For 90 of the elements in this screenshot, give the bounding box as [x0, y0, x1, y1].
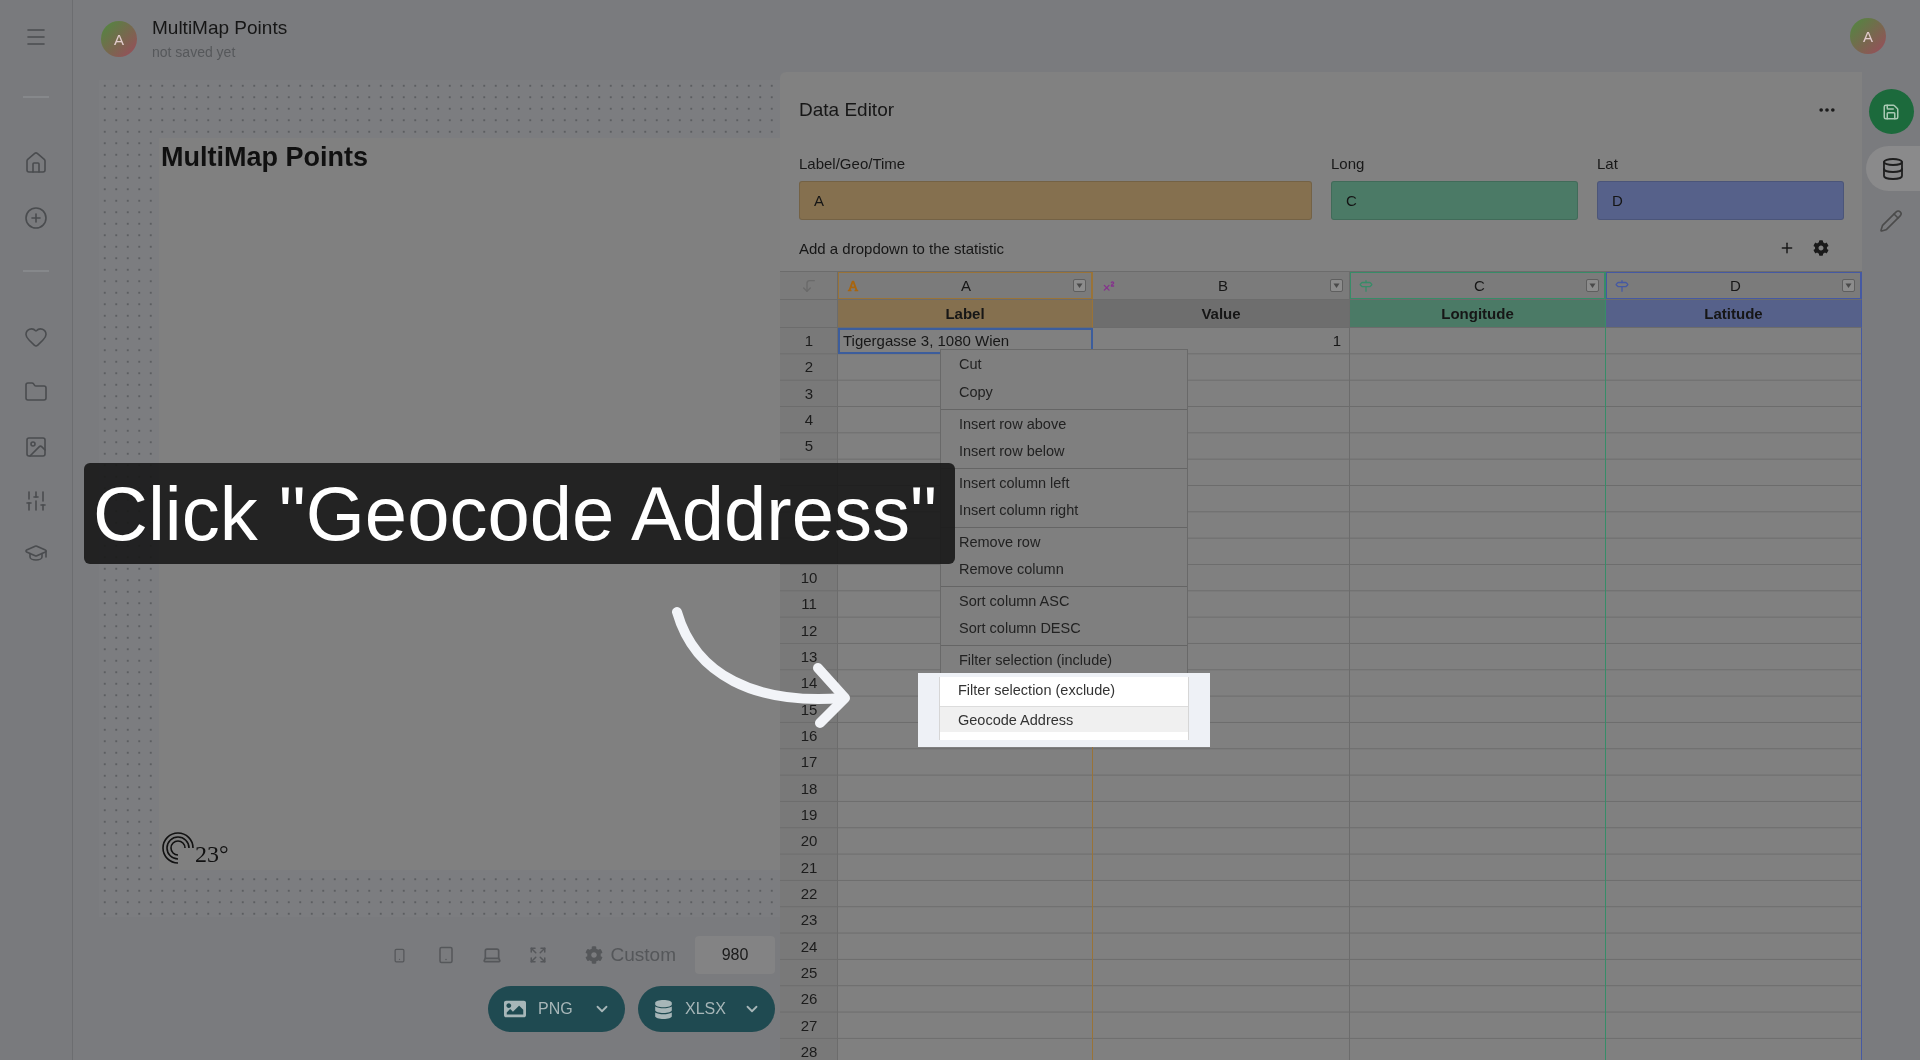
folder-icon[interactable] [24, 380, 48, 404]
project-title: MultiMap Points [152, 17, 288, 39]
column-heading: Latitude [1606, 300, 1862, 328]
add-icon[interactable] [1779, 240, 1795, 256]
field-label: Long [1331, 156, 1365, 172]
export-button[interactable]: XLSX [638, 986, 775, 1032]
row-number: 11 [800, 594, 818, 615]
filter-dropdown-icon[interactable] [1586, 279, 1599, 292]
row-number: 19 [799, 805, 819, 826]
row-number: 26 [799, 989, 819, 1010]
column-header[interactable]: B [1093, 272, 1350, 300]
row-number: 13 [799, 647, 819, 668]
pencil-icon[interactable] [1879, 209, 1903, 233]
row-number: 28 [799, 1042, 819, 1060]
signpost-icon [1359, 278, 1373, 293]
column-heading: Label [838, 300, 1093, 328]
home-icon[interactable] [24, 151, 48, 175]
phone-icon[interactable] [392, 947, 408, 963]
column-header[interactable]: C [1350, 272, 1606, 300]
settings-icon[interactable] [1813, 240, 1829, 256]
dropdown-hint: Add a dropdown to the statistic [799, 239, 1005, 257]
field-label: Lat [1597, 156, 1618, 172]
row-number: 21 [799, 857, 819, 878]
field-label: Label/Geo/Time [799, 156, 906, 172]
column-heading: Value [1093, 300, 1350, 328]
floppy-icon [1882, 102, 1900, 121]
superscript-icon [1102, 278, 1116, 293]
database-tab[interactable] [1866, 146, 1920, 191]
corner-cell[interactable] [780, 272, 838, 300]
row-number: 22 [799, 884, 819, 905]
column-header[interactable]: A [838, 272, 1093, 300]
tutorial-tooltip: Click "Geocode Address" [84, 463, 955, 564]
filter-dropdown-icon[interactable] [1073, 279, 1086, 292]
save-button[interactable] [1868, 89, 1914, 134]
row-number: 27 [799, 1015, 819, 1036]
row-number: 16 [799, 726, 819, 747]
width-input[interactable]: 980 [695, 936, 775, 974]
image-icon [504, 998, 526, 1020]
row-number: 20 [799, 831, 819, 852]
column-letter: B [1217, 277, 1229, 294]
database-icon [1881, 156, 1905, 181]
column-select[interactable]: A [799, 181, 1312, 220]
row-number: 18 [799, 778, 819, 799]
font-icon [847, 279, 859, 292]
database-icon [654, 999, 673, 1019]
menu-item[interactable]: Sort column ASC [941, 586, 1187, 614]
image-icon[interactable] [24, 435, 48, 459]
menu-item[interactable]: Copy [941, 378, 1187, 406]
filter-dropdown-icon[interactable] [1330, 279, 1343, 292]
gear-icon [584, 946, 603, 964]
row-number: 12 [799, 620, 819, 641]
panel-title: Data Editor [799, 100, 895, 120]
row-number: 5 [803, 436, 815, 457]
row-number: 10 [799, 568, 819, 589]
row-number: 2 [803, 357, 815, 378]
column-heading: Longitude [1350, 300, 1606, 328]
add-icon[interactable] [24, 206, 48, 230]
column-letter: C [1473, 277, 1486, 294]
fullscreen-icon[interactable] [528, 946, 547, 964]
row-number: 14 [799, 673, 819, 694]
rings-icon [162, 831, 194, 865]
row-number: 23 [799, 910, 819, 931]
row-number: 17 [799, 752, 819, 773]
menu-item[interactable]: Sort column DESC [941, 614, 1187, 642]
filter-dropdown-icon[interactable] [1842, 279, 1855, 292]
row-number: 1 [803, 331, 815, 352]
chart-title: MultiMap Points [161, 142, 368, 172]
project-avatar: A [101, 21, 137, 57]
sliders-icon[interactable] [24, 489, 48, 513]
column-header[interactable]: D [1606, 272, 1862, 300]
user-avatar[interactable]: A [1850, 18, 1886, 54]
column-select[interactable]: D [1597, 181, 1844, 220]
menu-item[interactable]: Insert row above [941, 409, 1187, 437]
row-number: 25 [799, 963, 819, 984]
row-number: 15 [799, 699, 819, 720]
row-number: 3 [803, 383, 815, 404]
row-number: 4 [803, 410, 815, 431]
column-letter: A [960, 277, 972, 294]
row-number: 24 [799, 936, 819, 957]
menu-item[interactable]: Filter selection (exclude) [940, 677, 1188, 703]
column-select[interactable]: C [1331, 181, 1578, 220]
menu-item[interactable]: Geocode Address [940, 706, 1188, 732]
menu-item[interactable]: Insert row below [941, 437, 1187, 465]
export-button[interactable]: PNG [488, 986, 625, 1032]
tablet-icon[interactable] [436, 946, 455, 964]
heart-icon[interactable] [24, 325, 48, 349]
logo-text: 23° [195, 843, 229, 865]
laptop-icon[interactable] [481, 945, 502, 965]
column-letter: D [1729, 277, 1742, 294]
signpost-icon [1615, 278, 1629, 293]
